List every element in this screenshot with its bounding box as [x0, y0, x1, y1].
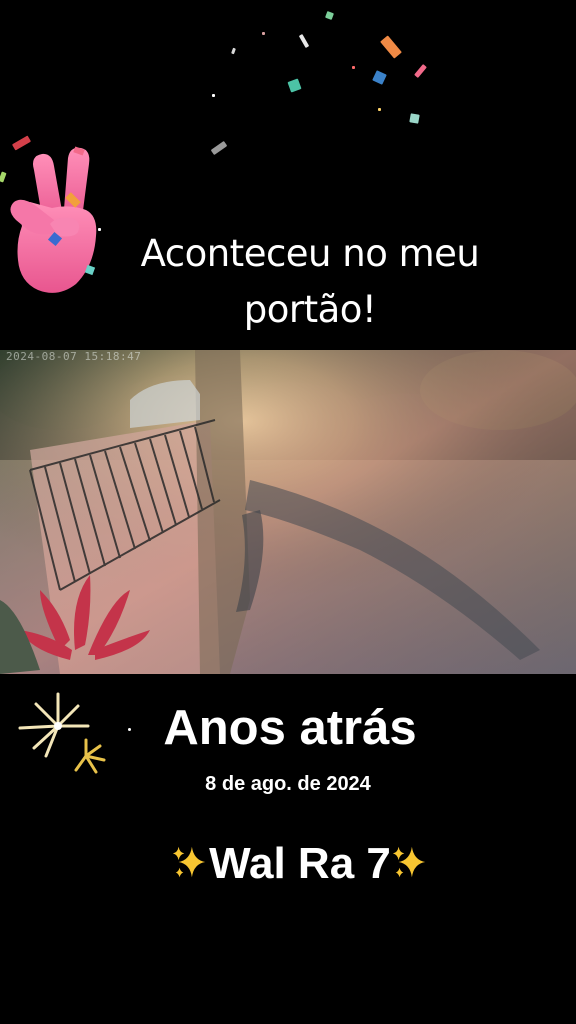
confetti-piece [210, 140, 228, 156]
confetti-piece [325, 11, 334, 20]
headline-line-2: portão! [243, 288, 377, 331]
memory-title: Anos atrás [163, 701, 417, 755]
sparkle-dot [128, 728, 131, 731]
confetti-piece [287, 78, 302, 93]
camera-timestamp: 2024-08-07 15:18:47 [6, 350, 142, 363]
confetti-piece [231, 47, 236, 55]
confetti-piece [414, 64, 427, 78]
confetti-piece [352, 66, 355, 69]
confetti-piece [298, 33, 310, 49]
headline-line-1: Aconteceu no meu [140, 232, 480, 275]
memory-stage: Aconteceu no meu portão! 2024-08-07 15:1… [0, 0, 576, 1024]
victory-hand-icon [10, 146, 97, 293]
confetti-piece [262, 32, 265, 35]
confetti-piece [372, 70, 387, 85]
confetti-piece [212, 94, 215, 97]
memory-date: 8 de ago. de 2024 [205, 773, 371, 795]
headline: Aconteceu no meu portão! [110, 226, 510, 338]
confetti-piece [378, 108, 381, 111]
camera-scene [0, 350, 576, 674]
confetti-piece [409, 113, 420, 124]
security-camera-video[interactable]: 2024-08-07 15:18:47 [0, 350, 576, 674]
username-row[interactable]: Wal Ra 7 [150, 836, 450, 892]
confetti-piece [0, 171, 7, 183]
sparkles-icon [392, 847, 426, 878]
sparkles-icon [173, 847, 206, 878]
username: Wal Ra 7 [209, 839, 391, 888]
confetti-piece [380, 35, 402, 59]
firework-icon [18, 692, 106, 774]
